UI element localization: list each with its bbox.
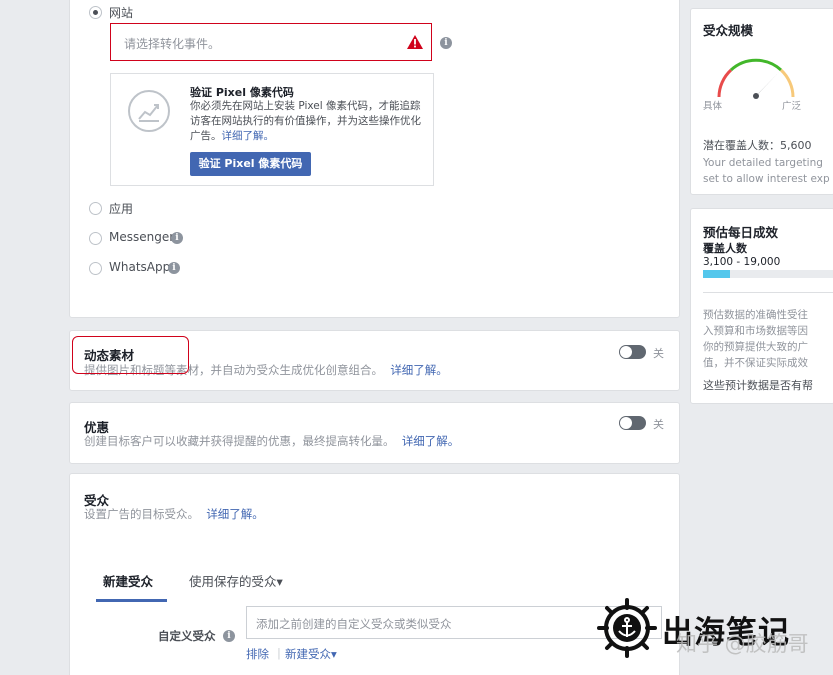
custom-audience-info-icon[interactable]: i bbox=[223, 630, 235, 642]
active-tab-indicator bbox=[96, 599, 167, 602]
radio-whatsapp[interactable] bbox=[89, 262, 102, 275]
conversion-card: 网站 请选择转化事件。 i 验证 Pixel 像素代码 你必须先在网站上安装 P… bbox=[69, 0, 680, 318]
link-separator: | bbox=[277, 646, 281, 660]
radio-whatsapp-label: WhatsApp bbox=[109, 260, 171, 274]
offer-learn-more-link[interactable]: 详细了解。 bbox=[402, 434, 460, 448]
whatsapp-info-icon[interactable]: i bbox=[168, 262, 180, 274]
audience-size-title: 受众规模 bbox=[703, 23, 754, 38]
tab-saved-audience[interactable]: 使用保存的受众▾ bbox=[189, 571, 283, 590]
radio-messenger[interactable] bbox=[89, 232, 102, 245]
new-audience-link[interactable]: 新建受众▾ bbox=[285, 646, 337, 662]
radio-website[interactable] bbox=[89, 6, 102, 19]
divider bbox=[703, 292, 833, 293]
gauge-right-label: 广泛 bbox=[782, 101, 802, 112]
offer-description: 创建目标客户可以收藏并获得提醒的优惠，最终提高转化量。 详细了解。 bbox=[84, 434, 460, 448]
reach-label: 覆盖人数 bbox=[703, 242, 747, 255]
dynamic-creative-toggle[interactable] bbox=[619, 345, 646, 359]
targeting-note-1: Your detailed targeting bbox=[703, 157, 823, 169]
estimated-results-card: 预估每日成效 覆盖人数 3,100 - 19,000 预估数据的准确性受往 入预… bbox=[690, 208, 833, 404]
pixel-learn-more-link[interactable]: 详细了解。 bbox=[222, 130, 275, 142]
audience-gauge bbox=[717, 58, 795, 99]
gauge-left-label: 具体 bbox=[703, 101, 723, 112]
estimated-results-title: 预估每日成效 bbox=[703, 225, 779, 240]
targeting-note-2: set to allow interest exp bbox=[703, 173, 830, 185]
pixel-title: 验证 Pixel 像素代码 bbox=[190, 86, 294, 99]
offer-toggle-label: 关 bbox=[653, 418, 664, 431]
radio-app[interactable] bbox=[89, 202, 102, 215]
caret-down-icon: ▾ bbox=[331, 647, 337, 661]
radio-messenger-label: Messenger bbox=[109, 230, 175, 244]
custom-audience-label: 自定义受众 bbox=[158, 629, 216, 643]
exclude-link[interactable]: 排除 bbox=[246, 646, 269, 662]
audience-card: 受众 设置广告的目标受众。 详细了解。 新建受众 使用保存的受众▾ 自定义受众 … bbox=[69, 473, 680, 675]
highlight-annotation bbox=[72, 336, 189, 374]
warning-icon bbox=[407, 35, 423, 49]
conversion-event-select[interactable]: 请选择转化事件。 bbox=[110, 23, 432, 61]
estimate-note-line: 值，并不保证实际成效 bbox=[703, 357, 808, 369]
dynamic-toggle-label: 关 bbox=[653, 347, 664, 360]
chart-trend-icon bbox=[128, 90, 170, 132]
conversion-event-placeholder: 请选择转化事件。 bbox=[124, 37, 221, 51]
messenger-info-icon[interactable]: i bbox=[171, 232, 183, 244]
radio-website-label: 网站 bbox=[109, 6, 134, 20]
audience-size-card: 受众规模 具体 广泛 潜在覆盖人数：5,600 Your detailed ta… bbox=[690, 8, 833, 195]
reach-bar bbox=[703, 270, 833, 278]
audience-description: 设置广告的目标受众。 详细了解。 bbox=[84, 507, 264, 521]
reach-range: 3,100 - 19,000 bbox=[703, 256, 781, 268]
pixel-verify-box: 验证 Pixel 像素代码 你必须先在网站上安装 Pixel 像素代码，才能追踪… bbox=[110, 73, 434, 186]
dynamic-learn-more-link[interactable]: 详细了解。 bbox=[390, 363, 448, 377]
caret-down-icon: ▾ bbox=[276, 574, 283, 589]
anchor-wheel-logo bbox=[597, 598, 657, 658]
verify-pixel-button[interactable]: 验证 Pixel 像素代码 bbox=[190, 152, 311, 176]
estimate-note-line: 预估数据的准确性受往 bbox=[703, 309, 808, 321]
watermark-subtitle: 知乎 @胶筋哥 bbox=[676, 632, 809, 656]
estimate-note-line: 入预算和市场数据等因 bbox=[703, 325, 808, 337]
info-icon[interactable]: i bbox=[440, 37, 452, 49]
estimate-feedback-link[interactable]: 这些预计数据是否有帮 bbox=[703, 377, 813, 393]
radio-app-label: 应用 bbox=[109, 202, 134, 216]
offer-toggle[interactable] bbox=[619, 416, 646, 430]
custom-audience-placeholder: 添加之前创建的自定义受众或类似受众 bbox=[256, 617, 452, 631]
reach-bar-fill bbox=[703, 270, 730, 278]
estimate-note-line: 你的预算提供大致的广 bbox=[703, 341, 808, 353]
potential-reach: 潜在覆盖人数：5,600 bbox=[703, 139, 812, 152]
offer-card: 优惠 创建目标客户可以收藏并获得提醒的优惠，最终提高转化量。 详细了解。 关 bbox=[69, 402, 680, 464]
audience-learn-more-link[interactable]: 详细了解。 bbox=[206, 507, 264, 521]
tab-new-audience[interactable]: 新建受众 bbox=[103, 571, 153, 590]
pixel-description: 你必须先在网站上安装 Pixel 像素代码，才能追踪访客在网站执行的有价值操作，… bbox=[190, 100, 421, 142]
